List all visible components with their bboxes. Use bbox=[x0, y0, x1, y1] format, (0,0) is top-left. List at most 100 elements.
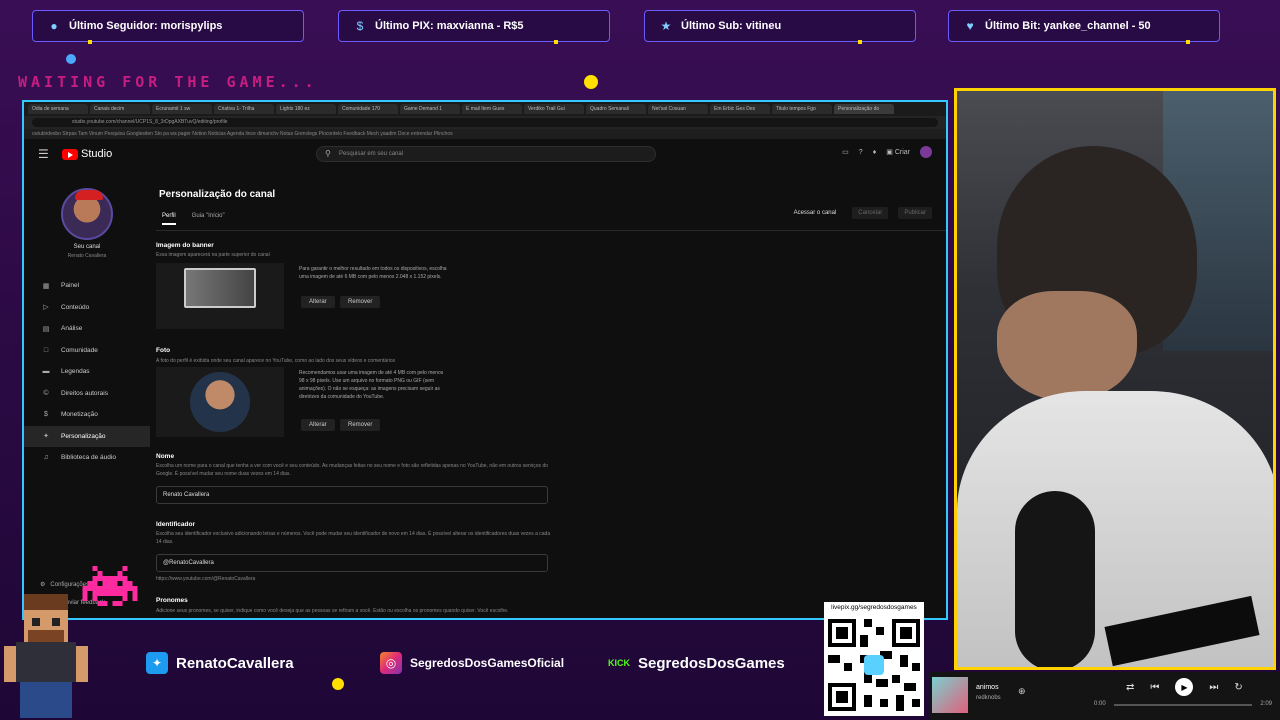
studio-logo[interactable]: Studio bbox=[62, 148, 112, 160]
banner-preview bbox=[156, 263, 284, 329]
menu-icon[interactable]: ☰ bbox=[38, 147, 56, 161]
sidebar-item-subtitles[interactable]: ▬ Legendas bbox=[24, 361, 150, 383]
customization-main: Personalização do canal Perfil Guia "Iní… bbox=[156, 183, 946, 618]
banner-info: Para garantir o melhor resultado em todo… bbox=[299, 266, 447, 280]
time-elapsed: 0:00 bbox=[1094, 701, 1106, 707]
pixel-dot bbox=[1186, 40, 1190, 44]
name-field[interactable]: Renato Cavallera bbox=[156, 486, 548, 504]
user-icon: ● bbox=[50, 19, 58, 33]
heart-gem-icon: ♥ bbox=[966, 19, 974, 33]
browser-tab[interactable]: Verdiko Trail Gui bbox=[524, 104, 584, 114]
photo-info: Recomendamos usar uma imagem de até 4 MB… bbox=[299, 370, 444, 400]
handle-field[interactable]: @RenatoCavallera bbox=[156, 554, 548, 572]
community-icon: □ bbox=[43, 346, 49, 354]
tab-profile[interactable]: Perfil bbox=[162, 213, 176, 225]
analytics-icon: ▤ bbox=[42, 325, 50, 333]
space-invader-icon bbox=[82, 566, 138, 606]
channel-avatar[interactable] bbox=[61, 188, 113, 240]
content-icon: ▷ bbox=[43, 304, 49, 312]
banner-change-button[interactable]: Alterar bbox=[301, 296, 335, 308]
tab-home[interactable]: Guia "Início" bbox=[192, 213, 225, 225]
sidebar-item-dashboard[interactable]: ▦ Painel bbox=[24, 275, 150, 297]
bookmarks-bar[interactable]: outubirdesbo Strpas Tam Vinum Pesquisa G… bbox=[24, 129, 946, 139]
customization-tabs: Perfil Guia "Início" bbox=[162, 213, 225, 225]
address-bar: studio.youtube.com/channel/UCP1S_8_3rDpg… bbox=[24, 116, 946, 129]
sidebar-item-label: Conteúdo bbox=[61, 303, 90, 311]
play-button[interactable]: ▶ bbox=[1175, 678, 1194, 696]
sidebar-item-audio-library[interactable]: ♫ Biblioteca de áudio bbox=[24, 447, 150, 469]
search-input[interactable]: ⚲ Pesquisar em seu canal bbox=[316, 146, 656, 162]
qr-code-image bbox=[824, 615, 924, 715]
banner-image bbox=[184, 268, 256, 308]
tabs-divider bbox=[156, 230, 946, 231]
stat-bit: ♥ Último Bit: yankee_channel - 50 bbox=[948, 10, 1220, 42]
browser-tab[interactable]: Canais decim bbox=[90, 104, 150, 114]
handle-description: Escolha seu identificador exclusivo adic… bbox=[156, 531, 551, 545]
banner-title: Imagem do banner bbox=[156, 242, 214, 249]
browser-tab[interactable]: Ecrunamit 1 sw bbox=[152, 104, 212, 114]
twitter-handle: ✦ RenatoCavallera bbox=[146, 648, 294, 678]
url-field[interactable]: studio.youtube.com/channel/UCP1S_8_3rDpg… bbox=[32, 118, 938, 127]
help-icon[interactable]: ? bbox=[859, 149, 863, 156]
previous-icon[interactable]: ⏮ bbox=[1150, 682, 1159, 693]
stat-sub-text: Último Sub: vitineu bbox=[681, 20, 782, 32]
browser-tab[interactable]: Game Demand 1 bbox=[400, 104, 460, 114]
pronouns-title: Pronomes bbox=[156, 597, 188, 604]
repeat-icon[interactable]: ↻ bbox=[1234, 682, 1242, 693]
pixel-dot bbox=[554, 40, 558, 44]
subtitles-icon[interactable]: ▭ bbox=[842, 148, 849, 156]
browser-tab[interactable]: Criativa 1- Trilha bbox=[214, 104, 274, 114]
studio-header: ☰ Studio ⚲ Pesquisar em seu canal ▭ ? ♦ … bbox=[24, 139, 946, 169]
browser-tab-active[interactable]: Personalização do bbox=[834, 104, 894, 114]
search-placeholder: Pesquisar em seu canal bbox=[339, 151, 404, 157]
star-icon: ★ bbox=[660, 19, 672, 33]
channel-title: Seu canal bbox=[73, 244, 101, 250]
bell-icon[interactable]: ♦ bbox=[873, 149, 877, 156]
copyright-icon: © bbox=[43, 389, 49, 397]
handle-title: Identificador bbox=[156, 521, 196, 528]
browser-tab[interactable]: Odia de semana bbox=[28, 104, 88, 114]
sidebar-item-community[interactable]: □ Comunidade bbox=[24, 340, 150, 362]
browser-tab[interactable]: Quadro Semanali bbox=[586, 104, 646, 114]
photo-preview bbox=[156, 367, 284, 437]
header-actions: ▭ ? ♦ ▣ Criar bbox=[842, 146, 932, 158]
cancel-button[interactable]: Cancelar bbox=[852, 207, 889, 219]
pixel-dot bbox=[88, 40, 92, 44]
banner-remove-button[interactable]: Remover bbox=[340, 296, 381, 308]
publish-button[interactable]: Publicar bbox=[898, 207, 932, 219]
stat-sub: ★ Último Sub: vitineu bbox=[644, 10, 916, 42]
browser-tab[interactable]: Comunidade 170 bbox=[338, 104, 398, 114]
sidebar-item-content[interactable]: ▷ Conteúdo bbox=[24, 297, 150, 319]
sidebar-item-monetization[interactable]: $ Monetização bbox=[24, 404, 150, 426]
add-icon[interactable]: ⊕ bbox=[1018, 686, 1026, 697]
gear-icon: ⚙ bbox=[40, 582, 46, 588]
browser-tab[interactable]: Net'sal Cosuan bbox=[648, 104, 708, 114]
view-channel-button[interactable]: Acessar o canal bbox=[788, 207, 843, 219]
create-button[interactable]: ▣ Criar bbox=[886, 148, 910, 156]
webcam-feed bbox=[954, 88, 1276, 670]
browser-tab[interactable]: E mail Item Gues bbox=[462, 104, 522, 114]
shuffle-icon[interactable]: ⇄ bbox=[1126, 682, 1134, 693]
customization-icon: ✦ bbox=[43, 433, 49, 441]
avatar[interactable] bbox=[920, 146, 932, 158]
browser-tab[interactable]: Lights 180 ez bbox=[276, 104, 336, 114]
browser-tabbar: Odia de semana Canais decim Ecrunamit 1 … bbox=[24, 102, 946, 116]
browser-tab[interactable]: Titulo tempos Fgo bbox=[772, 104, 832, 114]
photo-remove-button[interactable]: Remover bbox=[340, 419, 381, 431]
yellow-orb bbox=[584, 75, 598, 89]
channel-url-link[interactable]: https://www.youtube.com/@RenatoCavallera bbox=[156, 576, 255, 582]
browser-tab[interactable]: Em Erbic Ges Des bbox=[710, 104, 770, 114]
progress-bar[interactable] bbox=[1114, 704, 1252, 706]
next-icon[interactable]: ⏭ bbox=[1209, 682, 1218, 693]
banner-description: Essa imagem aparecerá na parte superior … bbox=[156, 252, 270, 258]
dashboard-icon: ▦ bbox=[42, 282, 50, 290]
player-controls: ⇄ ⏮ ▶ ⏭ ↻ bbox=[1126, 678, 1243, 696]
sidebar-item-copyright[interactable]: © Direitos autorais bbox=[24, 383, 150, 405]
stat-follower-text: Último Seguidor: morispylips bbox=[69, 20, 223, 32]
sidebar-item-analytics[interactable]: ▤ Análise bbox=[24, 318, 150, 340]
sidebar-item-label: Painel bbox=[61, 282, 80, 290]
sidebar-nav: ▦ Painel ▷ Conteúdo ▤ Análise □ Comunidade ▬… bbox=[24, 275, 150, 469]
sidebar-item-customization[interactable]: ✦ Personalização bbox=[24, 425, 150, 447]
qr-code bbox=[824, 614, 924, 716]
photo-change-button[interactable]: Alterar bbox=[301, 419, 335, 431]
